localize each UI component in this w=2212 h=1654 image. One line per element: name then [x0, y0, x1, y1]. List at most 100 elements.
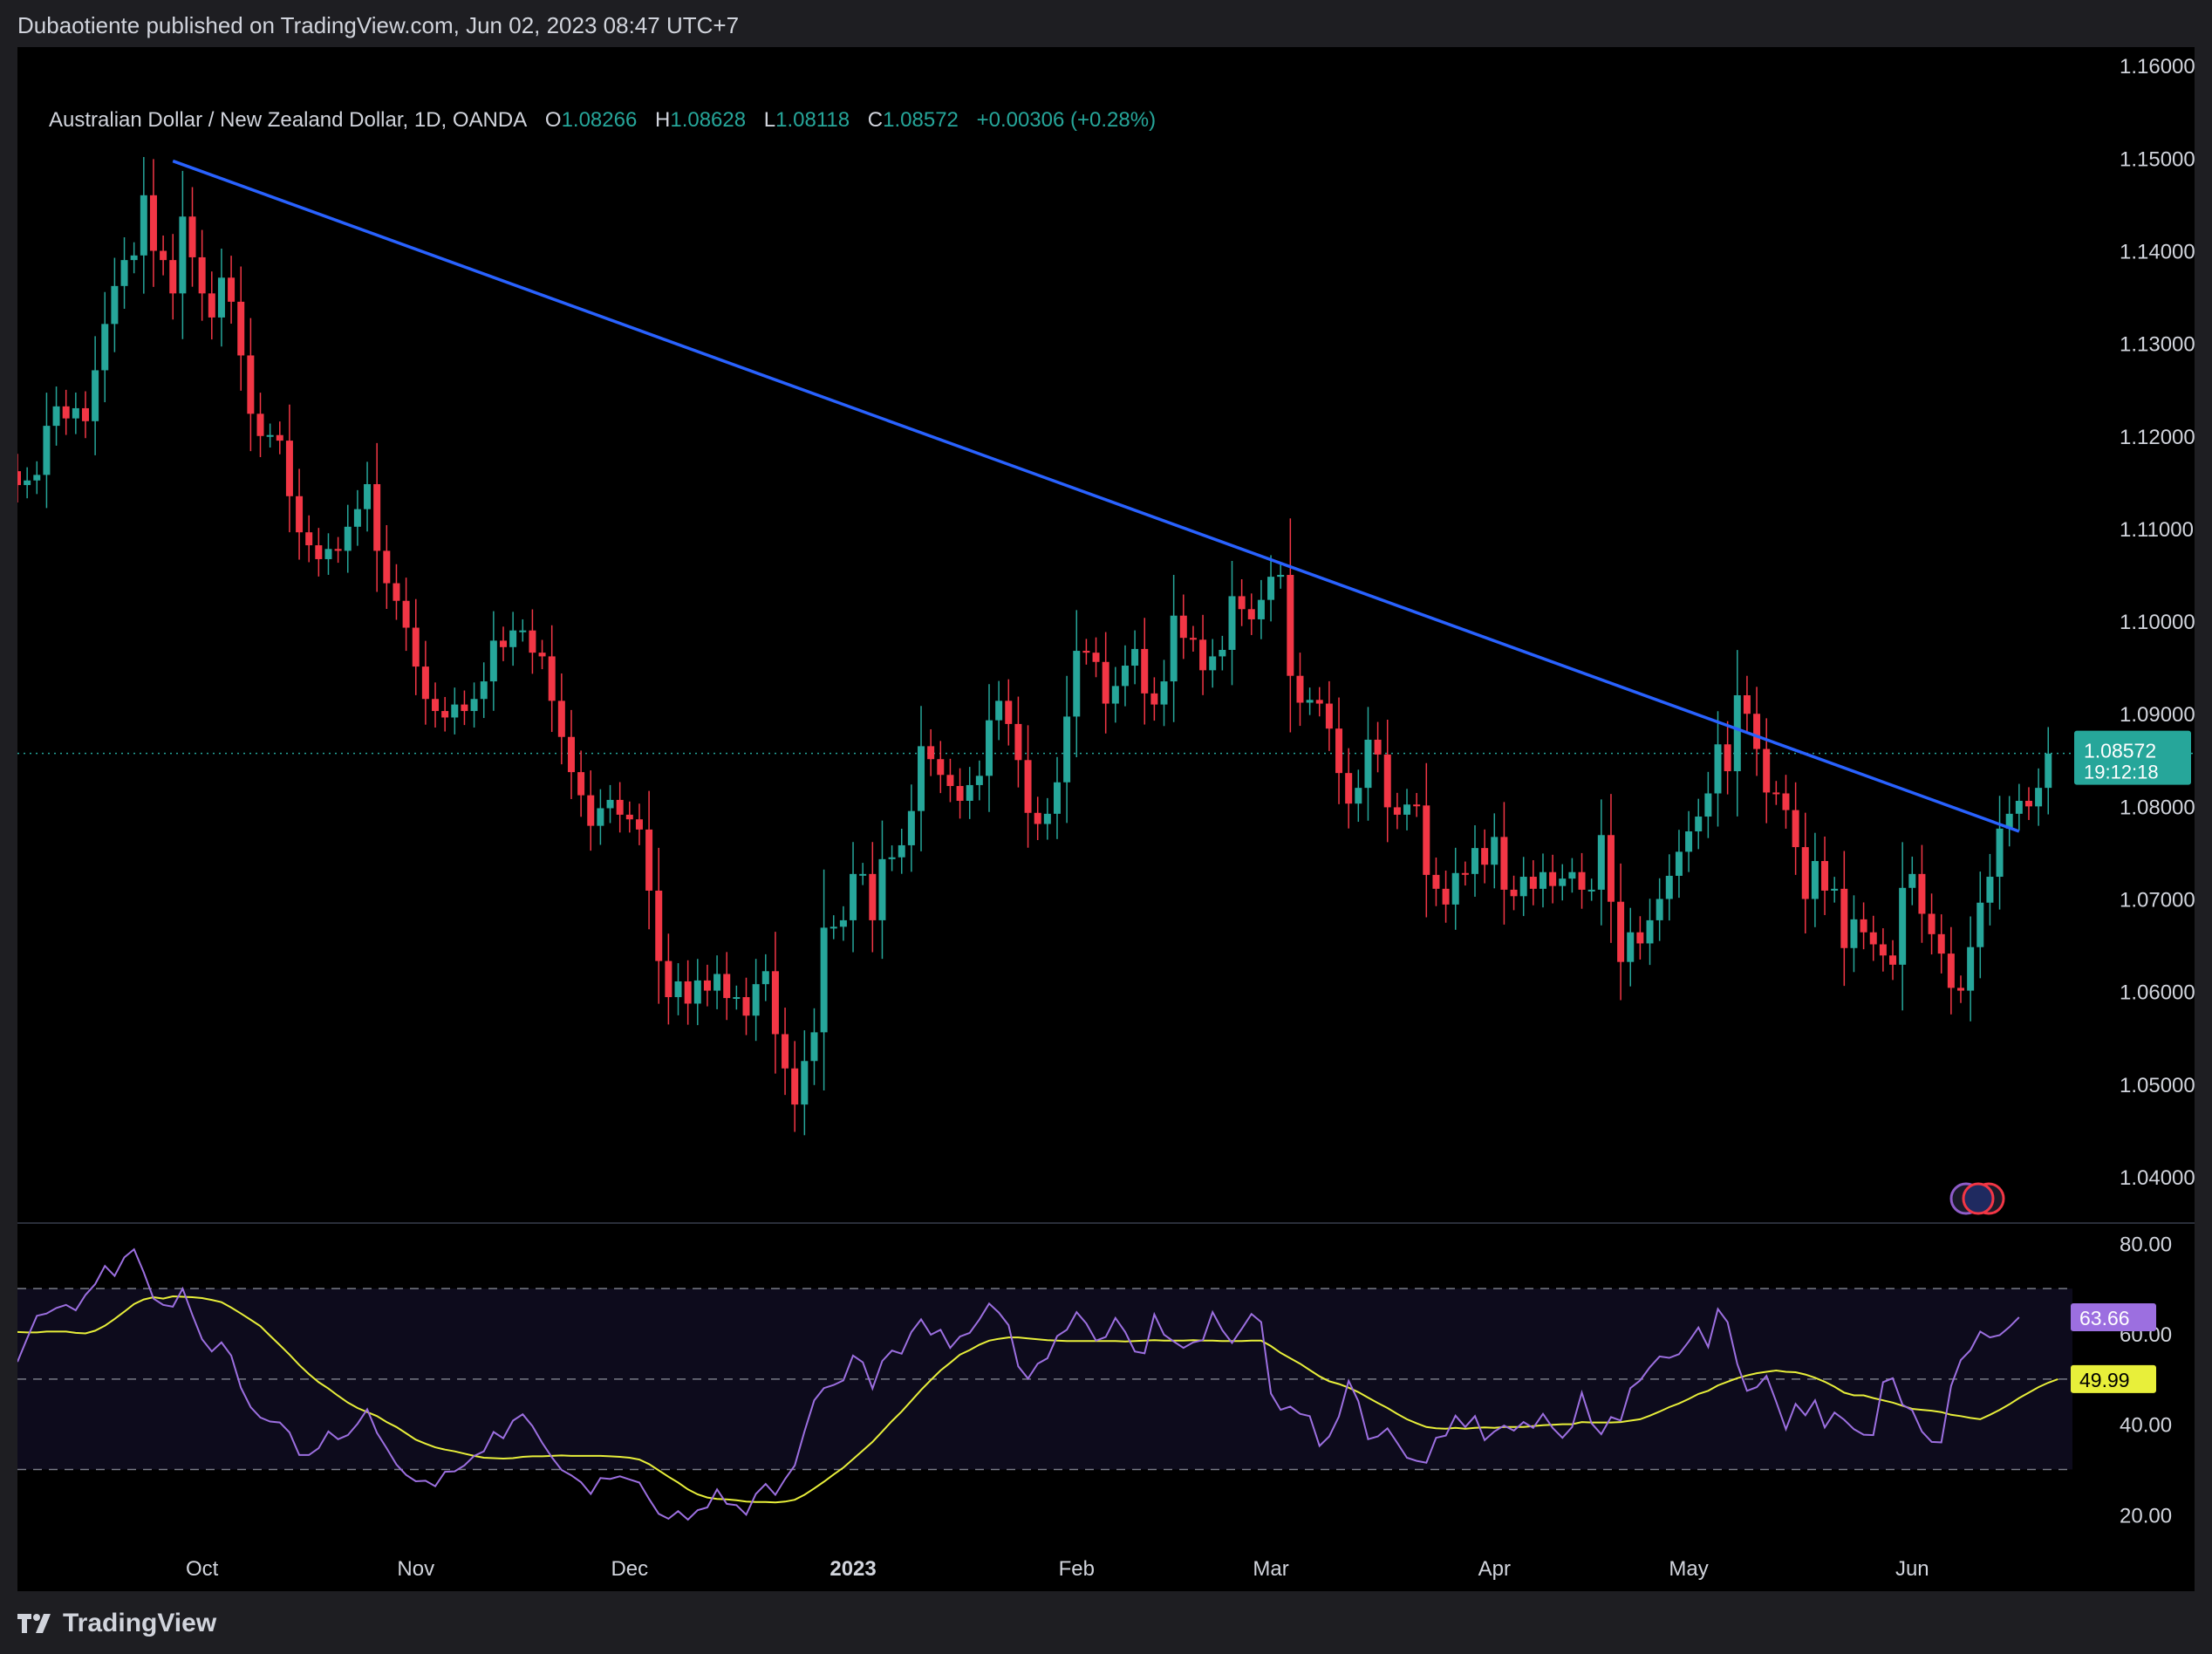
- candle: [1636, 916, 1644, 960]
- candle: [247, 318, 255, 452]
- candle-body: [1005, 701, 1013, 724]
- candle: [1005, 679, 1013, 746]
- candle-body: [1763, 748, 1771, 793]
- candle-body: [364, 483, 372, 509]
- candle: [1519, 857, 1527, 917]
- candle-body: [1403, 804, 1411, 815]
- candle-body: [470, 699, 478, 712]
- candle: [1685, 810, 1693, 872]
- candle-body: [72, 407, 79, 419]
- candle: [1617, 863, 1625, 1001]
- candle: [1043, 797, 1051, 840]
- candle-body: [1675, 851, 1683, 876]
- candle: [782, 1008, 789, 1096]
- open-label: O: [544, 108, 562, 132]
- candle-body: [1782, 793, 1790, 810]
- candle-body: [1238, 596, 1246, 610]
- candle: [1111, 666, 1119, 723]
- candle: [1879, 928, 1887, 972]
- chart-canvas[interactable]: 1.16000 1.15000 1.14000 1.13000 1.12000 1.110…: [17, 47, 2195, 1591]
- candle: [2015, 783, 2023, 831]
- candle: [1656, 878, 1663, 941]
- open-value: 1.08266: [561, 108, 638, 132]
- tradingview-logo[interactable]: TradingView: [16, 1609, 216, 1638]
- candle-body: [489, 640, 497, 682]
- candle-body: [1383, 754, 1391, 808]
- candle-body: [655, 890, 663, 961]
- candle: [353, 489, 361, 546]
- symbol-legend[interactable]: Australian Dollar / New Zealand Dollar, …: [49, 108, 1156, 133]
- candle-body: [1617, 901, 1625, 962]
- candle-body: [208, 293, 215, 318]
- footer-bar: TradingView: [0, 1591, 2212, 1654]
- candle: [1141, 618, 1149, 725]
- candle-body: [927, 746, 935, 760]
- candle: [33, 461, 41, 495]
- candle: [1287, 518, 1294, 733]
- candle-body: [461, 704, 468, 712]
- candle: [1724, 721, 1731, 795]
- candle-body: [256, 414, 264, 436]
- candle-body: [1568, 871, 1576, 879]
- candle: [538, 639, 546, 670]
- candle: [587, 770, 595, 851]
- candle-body: [509, 630, 517, 647]
- candle-body: [1179, 615, 1187, 639]
- candle-body: [1121, 666, 1129, 687]
- candle-body: [247, 355, 255, 414]
- candle-body: [1636, 932, 1644, 944]
- candle: [364, 461, 372, 532]
- candle: [1325, 680, 1333, 751]
- candle: [1228, 560, 1236, 686]
- candle-body: [1296, 675, 1304, 703]
- candle: [1782, 775, 1790, 829]
- candle: [966, 767, 973, 819]
- flag-icon: [1962, 1182, 1995, 1215]
- price-tick-label: 1.07000: [2120, 889, 2195, 912]
- candle-body: [1082, 651, 1090, 653]
- candle-body: [684, 981, 692, 1004]
- candle-body: [1850, 919, 1858, 948]
- candle-body: [1325, 703, 1333, 729]
- candle: [995, 680, 1003, 741]
- candle-body: [285, 441, 293, 496]
- candle-body: [693, 980, 701, 1004]
- candle: [1053, 756, 1061, 839]
- candle-body: [1986, 877, 1994, 903]
- candle: [635, 803, 643, 845]
- candle: [645, 790, 653, 930]
- candle: [918, 706, 925, 851]
- candle: [1850, 895, 1858, 973]
- candle: [616, 782, 624, 833]
- candle-body: [1928, 913, 1936, 934]
- candle-body: [859, 873, 867, 876]
- candle-body: [587, 795, 595, 826]
- candle-body: [791, 1068, 799, 1105]
- candle-body: [1150, 693, 1158, 705]
- candle: [1937, 914, 1945, 974]
- candle: [111, 257, 119, 352]
- candle-body: [1792, 810, 1799, 848]
- candle: [1801, 812, 1809, 933]
- candle-body: [850, 873, 857, 920]
- candle: [529, 609, 536, 674]
- candle: [975, 760, 983, 801]
- candle-body: [810, 1032, 818, 1062]
- candle-body: [1423, 805, 1430, 875]
- candle-body: [1209, 656, 1217, 671]
- candle-body: [1315, 700, 1323, 704]
- candle: [907, 784, 915, 872]
- candle-body: [120, 260, 128, 286]
- candle: [1986, 853, 1994, 926]
- candle: [986, 684, 993, 812]
- candle: [655, 847, 663, 1004]
- candle-body: [480, 681, 488, 700]
- candle-body: [713, 974, 721, 991]
- chart-area[interactable]: 1.16000 1.15000 1.14000 1.13000 1.12000 1.110…: [17, 47, 2195, 1591]
- candle: [62, 389, 70, 435]
- candle-body: [1219, 649, 1226, 657]
- candle: [1471, 825, 1478, 897]
- candle-body: [1627, 932, 1635, 962]
- candle-body: [62, 406, 70, 419]
- candle: [1170, 575, 1178, 722]
